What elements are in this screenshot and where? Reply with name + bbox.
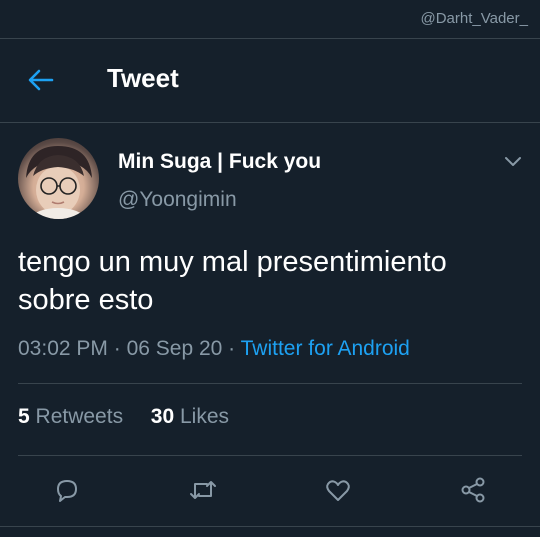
retweet-icon — [190, 481, 216, 499]
meta-separator: · — [222, 337, 241, 360]
retweets-count: 5 — [18, 405, 30, 428]
more-options-button[interactable] — [502, 150, 524, 172]
page-title: Tweet — [107, 63, 179, 93]
bottom-divider — [0, 526, 540, 527]
header-divider — [0, 122, 540, 123]
avatar[interactable] — [18, 138, 99, 219]
watermark: @Darht_Vader_ — [420, 10, 528, 27]
tweet-text: tengo un muy mal presentimiento sobre es… — [18, 243, 518, 319]
share-icon — [461, 477, 485, 503]
meta-separator: · — [107, 337, 127, 360]
header-bar: Tweet — [0, 39, 540, 121]
tweet-meta: 03:02 PM · 06 Sep 20 · Twitter for Andro… — [18, 337, 410, 361]
like-button[interactable] — [318, 470, 358, 510]
stats-divider — [18, 455, 522, 456]
likes-stat[interactable]: 30 Likes — [151, 405, 229, 428]
tweet-text-line: tengo un muy mal presentimiento — [18, 246, 447, 278]
arrow-left-icon — [28, 69, 54, 91]
action-bar — [0, 470, 540, 510]
user-handle[interactable]: @Yoongimin — [118, 188, 237, 212]
share-button[interactable] — [453, 470, 493, 510]
retweets-stat[interactable]: 5 Retweets — [18, 405, 123, 428]
chevron-down-icon — [505, 157, 521, 166]
tweet-time: 03:02 PM — [18, 337, 108, 360]
tweet-source-link[interactable]: Twitter for Android — [241, 337, 410, 360]
tweet-text-line: sobre esto — [18, 284, 154, 316]
likes-count: 30 — [150, 405, 175, 428]
back-button[interactable] — [28, 67, 54, 93]
reply-icon — [57, 480, 77, 502]
avatar-photo — [26, 146, 92, 219]
tweet-date: 06 Sep 20 — [126, 337, 223, 360]
display-name[interactable]: Min Suga | Fuck you — [118, 150, 321, 174]
meta-divider — [18, 383, 522, 384]
reply-button[interactable] — [47, 470, 87, 510]
likes-label: Likes — [179, 405, 229, 428]
tweet-stats: 5 Retweets 30 Likes — [18, 405, 229, 429]
retweet-button[interactable] — [183, 470, 223, 510]
heart-icon — [326, 480, 350, 501]
retweets-label: Retweets — [35, 405, 124, 428]
